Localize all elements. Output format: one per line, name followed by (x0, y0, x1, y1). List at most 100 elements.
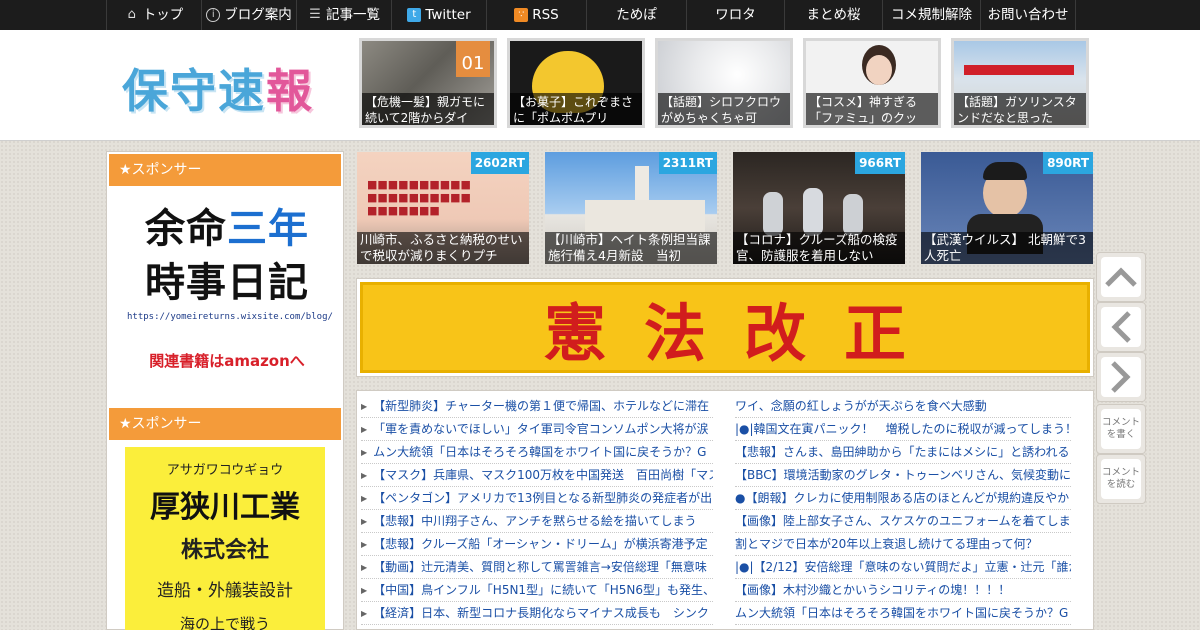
retweet-count-badge: 2602RT (470, 152, 529, 174)
thumb-caption: 【コロナ】クルーズ船の検疫官、防護服を着用しない (733, 232, 905, 264)
ad-title-part-blue: 三年 (227, 206, 309, 252)
header-thumb-article[interactable]: 【お菓子】これぞまさに「ポムポムプリ (507, 38, 645, 128)
nav-item-label: Twitter (425, 7, 471, 23)
nav-item-label: ブログ案内 (224, 7, 292, 23)
top-nav-bar: ⌂ トップ i ブログ案内 ☰ 記事一覧 t Twitter ∵ RSS ためぽ… (0, 0, 1200, 30)
logo-text-main: 保守速 (122, 64, 266, 118)
thumb-caption: 【コスメ】神すぎる「ファミュ」のクッ (806, 93, 938, 125)
link-column-left: 【新型肺炎】チャーター機の第１便で帰国、ホテルなどに滞在 「軍を責めないでほしい… (361, 395, 713, 625)
list-item[interactable]: 【中国】鳥インフル「H5N1型」に続いて「H5N6型」も発生、 (361, 579, 713, 602)
ad-company-slogan: 海の上で戦う (179, 615, 270, 630)
list-item[interactable]: 割とマジで日本が20年以上衰退し続けてる理由って何？ (735, 533, 1071, 556)
nav-item-label: 記事一覧 (326, 7, 380, 23)
thumb-caption: 【武漢ウイルス】 北朝鮮で3人死亡 (921, 232, 1093, 264)
header-thumb-article[interactable]: 【話題】ガソリンスタンドだなと思った (951, 38, 1089, 128)
prev-article-button[interactable] (1096, 302, 1146, 352)
nav-item-label: RSS (532, 7, 559, 23)
read-comment-inner: コメントを読む (1101, 459, 1141, 499)
thumb-caption: 川崎市、ふるさと納税のせいで税収が減りまくりプチ (357, 232, 529, 264)
list-item[interactable]: 【悲報】さんま、島田紳助から「たまにはメシに」と誘われる (735, 441, 1071, 464)
chevron-left-icon (1101, 307, 1141, 347)
constitution-banner[interactable]: 憲法改正 (356, 278, 1094, 377)
nav-item-contact[interactable]: お問い合わせ (980, 0, 1076, 30)
list-item[interactable]: 【画像】陸上部女子さん、スケスケのユニフォームを着てしま (735, 510, 1071, 533)
list-item[interactable]: 【悲報】中川翔子さん、アンチを黙らせる絵を描いてしまう (361, 510, 713, 533)
list-item[interactable]: 【悲報】クルーズ船「オーシャン・ドリーム」が横浜寄港予定 (361, 533, 713, 556)
header-thumb-article[interactable]: 01 【危機一髪】親ガモに続いて2階からダイ (359, 38, 497, 128)
thumb-caption: 【お菓子】これぞまさに「ポムポムプリ (510, 93, 642, 125)
list-icon: ☰ (309, 7, 321, 22)
nav-item-article-list[interactable]: ☰ 記事一覧 (296, 0, 391, 30)
chevron-up-icon (1101, 257, 1141, 297)
nav-item-label: トップ (142, 7, 184, 23)
logo-text-accent: 報 (266, 64, 314, 118)
ad-company-desc: 造船・外艤装設計 (157, 581, 293, 601)
ad-company-kana: アサガワコウギョウ (166, 463, 284, 478)
thumb-caption: 【話題】ガソリンスタンドだなと思った (954, 93, 1086, 125)
list-item[interactable]: 【動画】辻元清美、質問と称して罵詈雑言→安倍総理「無意味 (361, 556, 713, 579)
nav-item-tamepo[interactable]: ためぽ (586, 0, 686, 30)
nav-item-blog-guide[interactable]: i ブログ案内 (201, 0, 296, 30)
list-item[interactable]: |●|【2/12】安倍総理「意味のない質問だよ」立憲・辻元「誰が質 (735, 556, 1071, 579)
header-thumb-article[interactable]: 【話題】シロフクロウがめちゃくちゃ可 (655, 38, 793, 128)
ad-title-line1: 余命三年 (127, 202, 327, 256)
retweet-count-badge: 890RT (1043, 152, 1093, 174)
ranking-thumb-article[interactable]: 890RT 【武漢ウイルス】 北朝鮮で3人死亡 (921, 152, 1093, 264)
site-logo[interactable]: 保守速報 (122, 55, 314, 118)
nav-item-label: ワロタ (715, 7, 756, 23)
list-item[interactable]: ムン大統領「日本はそろそろ韓国をホワイト国に戻そうか？G (361, 441, 713, 464)
thumb-caption: 【話題】シロフクロウがめちゃくちゃ可 (658, 93, 790, 125)
thumb-caption: 【川崎市】ヘイト条例担当課 施行備え4月新設 当初 (545, 232, 717, 264)
thumb-caption: 【危機一髪】親ガモに続いて2階からダイ (362, 93, 494, 125)
list-item[interactable]: 【ペンタゴン】アメリカで13例目となる新型肺炎の発症者が出 (361, 487, 713, 510)
ad-title-part: 余命 (145, 206, 227, 252)
nav-item-twitter[interactable]: t Twitter (391, 0, 486, 30)
top-nav-menu: ⌂ トップ i ブログ案内 ☰ 記事一覧 t Twitter ∵ RSS ためぽ… (106, 0, 1076, 30)
retweet-count-badge: 2311RT (658, 152, 717, 174)
write-comment-label: コメントを書く (1101, 417, 1140, 440)
ad-amazon-link[interactable]: 関連書籍はamazonへ (127, 350, 327, 371)
write-comment-inner: コメントを書く (1101, 409, 1141, 449)
ad-title-line2: 時事日記 (145, 260, 309, 306)
article-link-list: 【新型肺炎】チャーター機の第１便で帰国、ホテルなどに滞在 「軍を責めないでほしい… (356, 390, 1094, 630)
list-item[interactable]: 【BBC】環境活動家のグレタ・トゥーンベリさん、気候変動に (735, 464, 1071, 487)
ad-url: https://yomeireturns.wixsite.com/blog/ (127, 312, 333, 322)
nav-item-rss[interactable]: ∵ RSS (486, 0, 586, 30)
list-item[interactable]: 【マスク】兵庫県、マスク100万枚を中国発送 百田尚樹「マス (361, 464, 713, 487)
twitter-icon: t (407, 8, 422, 22)
list-item[interactable]: 「軍を責めないでほしい」タイ軍司令官コンソムポン大将が涙 (361, 418, 713, 441)
home-icon: ⌂ (127, 7, 136, 22)
list-item[interactable]: 【経済】日本、新型コロナ長期化ならマイナス成長も シンク (361, 602, 713, 625)
list-item[interactable]: ●【朗報】クレカに使用制限ある店のほとんどが規約違反やか (735, 487, 1071, 510)
ranking-thumb-article[interactable]: 966RT 【コロナ】クルーズ船の検疫官、防護服を着用しない (733, 152, 905, 264)
next-article-button[interactable] (1096, 352, 1146, 402)
sponsor-ad-asagawa[interactable]: アサガワコウギョウ 厚狭川工業 株式会社 造船・外艤装設計 海の上で戦う (125, 447, 325, 630)
nav-item-warota[interactable]: ワロタ (686, 0, 784, 30)
nav-item-comment-unblock[interactable]: コメ規制解除 (882, 0, 980, 30)
list-item[interactable]: 【新型肺炎】チャーター機の第１便で帰国、ホテルなどに滞在 (361, 395, 713, 418)
ad-company-name: 厚狭川工業 (150, 490, 300, 525)
sidebar: ★スポンサー 余命三年 時事日記 https://yomeireturns.wi… (106, 151, 344, 630)
scroll-top-button[interactable] (1096, 252, 1146, 302)
link-column-right: ワイ、念願の紅しょうがが天ぷらを食べ大感動 |●|韓国文在寅パニック！ 増税した… (735, 395, 1071, 625)
header-thumb-article[interactable]: 【コスメ】神すぎる「ファミュ」のクッ (803, 38, 941, 128)
list-item[interactable]: ワイ、念願の紅しょうがが天ぷらを食べ大感動 (735, 395, 1071, 418)
sponsor-heading: ★スポンサー (109, 154, 341, 186)
read-comment-label: コメントを読む (1101, 467, 1140, 490)
list-item[interactable]: 【画像】木村沙織とかいうシコリティの塊！！！！ (735, 579, 1071, 602)
nav-item-matome-sakura[interactable]: まとめ桜 (784, 0, 882, 30)
ranking-thumb-article[interactable]: 2311RT 【川崎市】ヘイト条例担当課 施行備え4月新設 当初 (545, 152, 717, 264)
sponsor-ad-yomei[interactable]: 余命三年 時事日記 https://yomeireturns.wixsite.c… (127, 202, 333, 382)
banner-text: 憲法改正 (360, 282, 1090, 373)
read-comment-button[interactable]: コメントを読む (1096, 454, 1146, 504)
list-item[interactable]: ムン大統領「日本はそろそろ韓国をホワイト国に戻そうか？G (735, 602, 1071, 625)
nav-item-label: ためぽ (616, 7, 657, 23)
info-icon: i (206, 8, 221, 22)
write-comment-button[interactable]: コメントを書く (1096, 404, 1146, 454)
sponsor-heading: ★スポンサー (109, 408, 341, 440)
nav-item-top[interactable]: ⌂ トップ (106, 0, 201, 30)
nav-item-label: まとめ桜 (806, 7, 861, 23)
list-item[interactable]: |●|韓国文在寅パニック！ 増税したのに税収が減ってしまう！ (735, 418, 1071, 441)
nav-item-label: コメ規制解除 (891, 7, 972, 23)
ranking-thumb-article[interactable]: ■■■■■■■■■■ ■■■■■■■■■■ ■■■■■■■ 2602RT 川崎市、ふ… (357, 152, 529, 264)
